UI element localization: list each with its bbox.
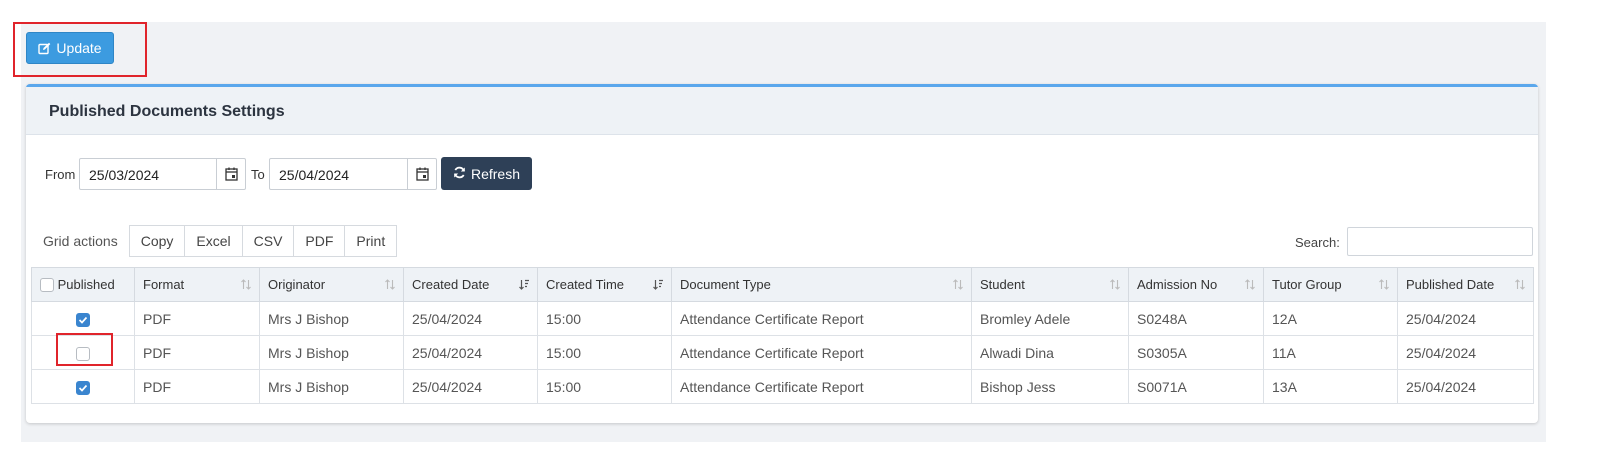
edit-icon — [38, 42, 51, 55]
to-date-input[interactable]: 25/04/2024 — [269, 158, 437, 190]
column-header-published[interactable]: Published — [31, 267, 135, 302]
created-date-cell: 25/04/2024 — [403, 335, 538, 370]
sort-icon — [1379, 278, 1389, 293]
created-date-cell: 25/04/2024 — [403, 369, 538, 404]
column-label: Tutor Group — [1272, 277, 1342, 292]
document-type-cell: Attendance Certificate Report — [671, 335, 972, 370]
document-type-cell: Attendance Certificate Report — [671, 369, 972, 404]
from-date-value: 25/03/2024 — [89, 167, 160, 183]
from-label: From — [45, 167, 76, 182]
column-label: Admission No — [1137, 277, 1218, 292]
grid-actions-bar: Grid actions Copy Excel CSV PDF Print — [26, 225, 398, 257]
created-date-cell: 25/04/2024 — [403, 301, 538, 336]
column-label: Published — [57, 276, 115, 292]
created-time-cell: 15:00 — [537, 369, 672, 404]
card-header: Published Documents Settings — [26, 87, 1538, 135]
table-row: PDF Mrs J Bishop 25/04/2024 15:00 Attend… — [31, 335, 1534, 370]
column-header-created-date[interactable]: Created Date — [403, 267, 538, 302]
admission-no-cell: S0305A — [1128, 335, 1264, 370]
table-row: PDF Mrs J Bishop 25/04/2024 15:00 Attend… — [31, 369, 1534, 404]
sort-icon — [385, 278, 395, 293]
from-date-input[interactable]: 25/03/2024 — [79, 158, 246, 190]
calendar-icon[interactable] — [216, 159, 245, 189]
column-label: Student — [980, 277, 1025, 292]
sort-desc-icon — [653, 278, 663, 293]
column-header-format[interactable]: Format — [134, 267, 260, 302]
sort-icon — [241, 278, 251, 293]
originator-cell: Mrs J Bishop — [259, 369, 404, 404]
format-cell: PDF — [134, 369, 260, 404]
column-header-tutor-group[interactable]: Tutor Group — [1263, 267, 1398, 302]
print-button[interactable]: Print — [345, 225, 398, 257]
published-cell — [31, 301, 135, 336]
table-row: PDF Mrs J Bishop 25/04/2024 15:00 Attend… — [31, 301, 1534, 336]
published-cell — [31, 369, 135, 404]
to-date-value: 25/04/2024 — [279, 167, 350, 183]
copy-button[interactable]: Copy — [128, 225, 186, 257]
refresh-icon — [453, 166, 466, 182]
published-checkbox[interactable] — [76, 380, 90, 395]
table-header-row: Published Format Originator Created Date… — [31, 267, 1534, 302]
admission-no-cell: S0248A — [1128, 301, 1264, 336]
created-time-cell: 15:00 — [537, 335, 672, 370]
column-header-originator[interactable]: Originator — [259, 267, 404, 302]
card-title: Published Documents Settings — [49, 103, 285, 120]
column-header-admission-no[interactable]: Admission No — [1128, 267, 1264, 302]
refresh-button-label: Refresh — [470, 165, 521, 182]
calendar-icon[interactable] — [407, 159, 436, 189]
csv-button[interactable]: CSV — [242, 225, 295, 257]
published-checkbox[interactable] — [76, 312, 90, 327]
tutor-group-cell: 11A — [1263, 335, 1398, 370]
column-label: Document Type — [680, 277, 771, 292]
student-cell: Alwadi Dina — [971, 335, 1129, 370]
documents-table: Published Format Originator Created Date… — [31, 267, 1534, 404]
column-label: Created Date — [412, 277, 490, 292]
originator-cell: Mrs J Bishop — [259, 335, 404, 370]
sort-desc-icon — [519, 278, 529, 293]
column-label: Created Time — [546, 277, 625, 292]
column-header-created-time[interactable]: Created Time — [537, 267, 672, 302]
search-input[interactable] — [1347, 227, 1533, 256]
format-cell: PDF — [134, 335, 260, 370]
format-cell: PDF — [134, 301, 260, 336]
published-date-cell: 25/04/2024 — [1397, 301, 1534, 336]
originator-cell: Mrs J Bishop — [259, 301, 404, 336]
sort-icon — [1110, 278, 1120, 293]
select-all-checkbox[interactable] — [40, 278, 54, 293]
sort-icon — [953, 278, 963, 293]
sort-icon — [1245, 278, 1255, 293]
student-cell: Bishop Jess — [971, 369, 1129, 404]
tutor-group-cell: 12A — [1263, 301, 1398, 336]
column-header-student[interactable]: Student — [971, 267, 1129, 302]
refresh-button[interactable]: Refresh — [441, 157, 532, 190]
excel-button[interactable]: Excel — [185, 225, 243, 257]
student-cell: Bromley Adele — [971, 301, 1129, 336]
column-label: Published Date — [1406, 277, 1495, 292]
column-label: Format — [143, 277, 185, 292]
column-label: Originator — [268, 277, 326, 292]
to-label: To — [251, 167, 265, 182]
admission-no-cell: S0071A — [1128, 369, 1264, 404]
update-button-label: Update — [56, 40, 102, 56]
created-time-cell: 15:00 — [537, 301, 672, 336]
pdf-button[interactable]: PDF — [294, 225, 346, 257]
column-header-document-type[interactable]: Document Type — [671, 267, 972, 302]
published-date-cell: 25/04/2024 — [1397, 335, 1534, 370]
update-button[interactable]: Update — [26, 32, 114, 64]
column-header-published-date[interactable]: Published Date — [1397, 267, 1534, 302]
grid-actions-label: Grid actions — [43, 233, 118, 249]
checkbox-highlight-box — [56, 333, 113, 366]
tutor-group-cell: 13A — [1263, 369, 1398, 404]
document-type-cell: Attendance Certificate Report — [671, 301, 972, 336]
search-label: Search: — [1295, 235, 1340, 250]
published-documents-card: Published Documents Settings From 25/03/… — [26, 84, 1538, 423]
published-date-cell: 25/04/2024 — [1397, 369, 1534, 404]
sort-icon — [1515, 278, 1525, 293]
